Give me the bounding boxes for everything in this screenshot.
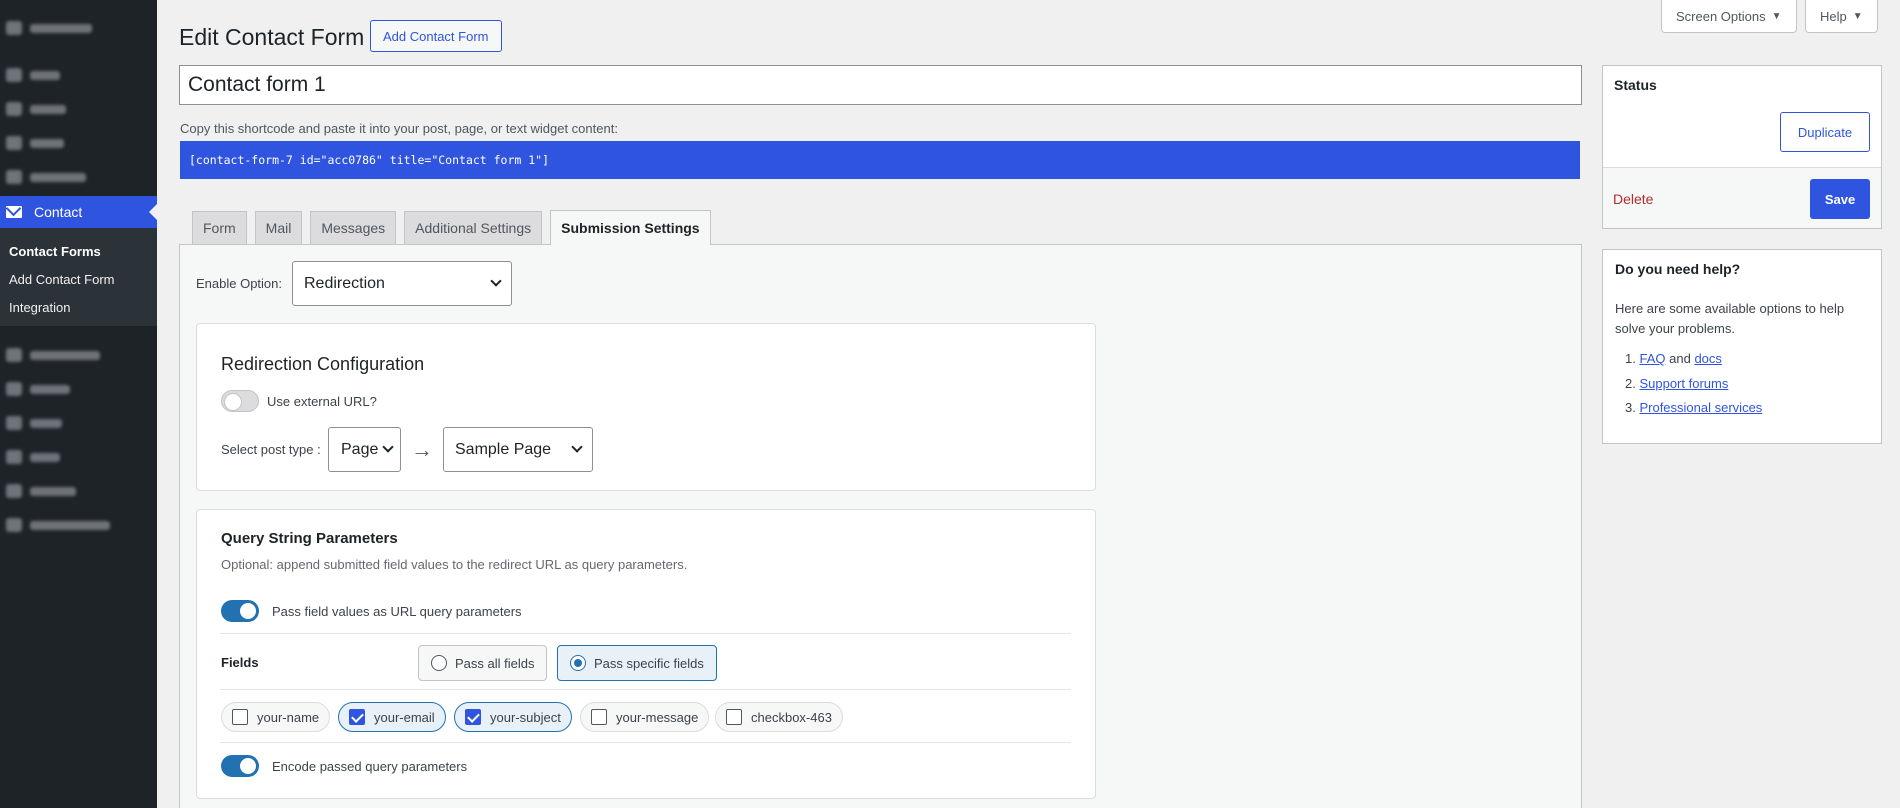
help-label: Help: [1820, 8, 1847, 24]
help-title: Do you need help?: [1615, 261, 1741, 277]
field-chip-checkbox-463[interactable]: checkbox-463: [715, 702, 843, 732]
help-button[interactable]: Help ▼: [1805, 0, 1878, 33]
chevron-down-icon: [382, 441, 394, 453]
sidebar-item-plugins[interactable]: [6, 382, 70, 396]
sidebar-item-comments[interactable]: [6, 170, 86, 184]
caret-down-icon: ▼: [1852, 10, 1863, 22]
query-string-title: Query String Parameters: [221, 530, 398, 547]
sidebar-item-appearance[interactable]: [6, 348, 100, 362]
fields-label: Fields: [221, 655, 259, 670]
page-value: Sample Page: [455, 440, 552, 458]
field-chip-your-subject[interactable]: your-subject: [454, 702, 572, 732]
sidebar-item-tools[interactable]: [6, 450, 60, 464]
field-chip-label: your-subject: [490, 709, 561, 725]
pass-specific-fields-option[interactable]: Pass specific fields: [557, 645, 717, 681]
save-button[interactable]: Save: [1810, 179, 1870, 219]
submenu-add-contact-form[interactable]: Add Contact Form: [0, 266, 157, 294]
page-select[interactable]: Sample Page: [443, 427, 593, 472]
field-chip-your-name[interactable]: your-name: [221, 702, 331, 732]
page-title: Edit Contact Form: [179, 24, 365, 50]
field-chip-your-email[interactable]: your-email: [338, 702, 446, 732]
post-type-value: Page: [341, 440, 379, 458]
submenu-integration[interactable]: Integration: [0, 294, 157, 322]
enable-option-select[interactable]: Redirection: [292, 261, 512, 306]
delete-link[interactable]: Delete: [1613, 191, 1653, 207]
sidebar-item-users[interactable]: [6, 416, 62, 430]
field-chip-label: your-name: [257, 709, 320, 725]
external-url-toggle[interactable]: [221, 390, 259, 412]
sidebar-item-posts[interactable]: [6, 68, 60, 82]
and-text: and: [1669, 351, 1691, 366]
sidebar-item-collapse[interactable]: [6, 518, 110, 532]
divider: [220, 633, 1071, 634]
divider: [220, 689, 1071, 690]
admin-sidebar: Contact Contact Forms Add Contact Form I…: [0, 0, 157, 808]
status-title: Status: [1614, 77, 1657, 93]
pass-values-toggle[interactable]: [221, 600, 259, 622]
faq-link[interactable]: FAQ: [1639, 351, 1665, 366]
help-list-item: 3. Professional services: [1625, 400, 1763, 415]
pass-all-fields-option[interactable]: Pass all fields: [418, 645, 548, 681]
mail-icon: [6, 206, 22, 218]
encode-params-label: Encode passed query parameters: [272, 759, 468, 774]
field-chip-label: your-message: [616, 709, 699, 725]
sidebar-item-pages[interactable]: [6, 136, 64, 150]
help-text: Here are some available options to help …: [1615, 301, 1845, 336]
field-chip-your-message[interactable]: your-message: [580, 702, 710, 732]
divider: [220, 742, 1071, 743]
field-chip-label: your-email: [374, 709, 435, 725]
submenu-contact-forms[interactable]: Contact Forms: [0, 238, 157, 266]
caret-down-icon: ▼: [1771, 10, 1782, 22]
screen-options-label: Screen Options: [1676, 8, 1766, 24]
pass-specific-fields-label: Pass specific fields: [594, 655, 704, 671]
query-string-description: Optional: append submitted field values …: [221, 557, 688, 572]
post-type-select[interactable]: Page: [328, 427, 401, 472]
professional-services-link[interactable]: Professional services: [1639, 400, 1762, 415]
enable-option-value: Redirection: [304, 274, 385, 292]
support-forums-link[interactable]: Support forums: [1639, 376, 1728, 391]
help-list: 1. FAQ and docs 2. Support forums 3. Pro…: [1625, 351, 1762, 425]
chevron-down-icon: [571, 441, 583, 453]
tab-messages[interactable]: Messages: [310, 211, 397, 244]
post-type-label: Select post type :: [221, 442, 321, 457]
checkbox[interactable]: [726, 709, 742, 725]
enable-option-label: Enable Option:: [196, 276, 283, 291]
add-contact-form-button[interactable]: Add Contact Form: [370, 20, 502, 52]
checkbox[interactable]: [591, 709, 607, 725]
tab-form[interactable]: Form: [192, 211, 247, 244]
shortcode-field[interactable]: [contact-form-7 id="acc0786" title="Cont…: [180, 141, 1580, 179]
radio-button[interactable]: [570, 655, 586, 671]
sidebar-item-settings[interactable]: [6, 484, 76, 498]
tab-submission-settings[interactable]: Submission Settings: [550, 210, 711, 245]
editor-tabs: Form Mail Messages Additional Settings S…: [192, 210, 711, 245]
checkbox[interactable]: [232, 709, 248, 725]
external-url-label: Use external URL?: [267, 394, 377, 409]
help-list-item: 1. FAQ and docs: [1625, 351, 1722, 366]
sidebar-item-dashboard[interactable]: [6, 21, 92, 35]
radio-button[interactable]: [431, 655, 447, 671]
sidebar-item-contact[interactable]: Contact: [0, 196, 157, 228]
sidebar-item-label: Contact: [34, 204, 83, 220]
shortcode-note: Copy this shortcode and paste it into yo…: [180, 121, 618, 136]
help-list-item: 2. Support forums: [1625, 375, 1729, 391]
docs-link[interactable]: docs: [1694, 351, 1721, 366]
pass-values-label: Pass field values as URL query parameter…: [272, 604, 522, 619]
redirection-title: Redirection Configuration: [221, 354, 425, 374]
form-title-input[interactable]: Contact form 1: [179, 65, 1582, 105]
checkbox[interactable]: [349, 709, 365, 725]
encode-params-toggle[interactable]: [221, 755, 259, 777]
tab-additional-settings[interactable]: Additional Settings: [404, 211, 543, 244]
arrow-right-icon: →: [411, 437, 433, 462]
field-chip-label: checkbox-463: [751, 709, 832, 725]
chevron-down-icon: [490, 275, 502, 287]
screen-options-button[interactable]: Screen Options ▼: [1661, 0, 1797, 33]
duplicate-button[interactable]: Duplicate: [1780, 112, 1870, 152]
sidebar-item-media[interactable]: [6, 102, 66, 116]
pass-all-fields-label: Pass all fields: [455, 655, 535, 671]
checkbox[interactable]: [465, 709, 481, 725]
tab-mail[interactable]: Mail: [254, 211, 303, 244]
contact-submenu: Contact Forms Add Contact Form Integrati…: [0, 228, 157, 326]
